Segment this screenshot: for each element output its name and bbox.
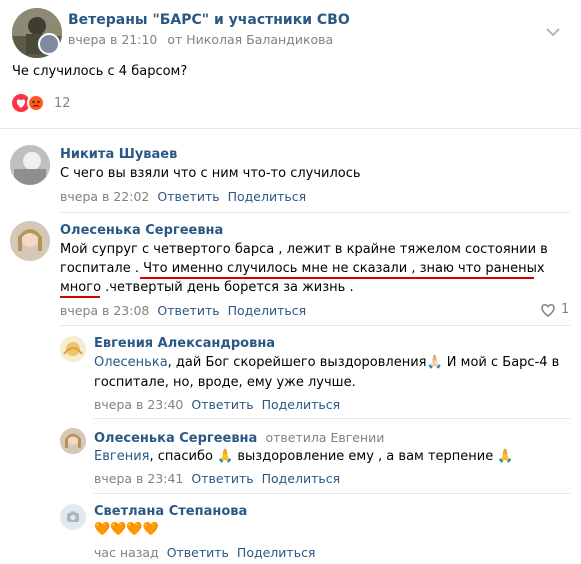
comment-time[interactable]: вчера в 22:02 xyxy=(60,189,149,204)
reply-button[interactable]: Ответить xyxy=(157,303,219,318)
post-text: Че случилось с 4 барсом? xyxy=(12,64,188,79)
reply-text-line: госпитале, но, вроде, ему уже лучше. xyxy=(94,375,356,390)
highlight-underline xyxy=(60,296,100,298)
comment-author[interactable]: Никита Шуваев xyxy=(60,147,177,162)
avatar[interactable] xyxy=(60,336,86,362)
reply-time[interactable]: вчера в 23:41 xyxy=(94,471,183,486)
comment-meta: вчера в 23:08 Ответить Поделиться xyxy=(60,303,306,318)
reply-button[interactable]: Ответить xyxy=(191,397,253,412)
angry-icon[interactable] xyxy=(27,94,45,112)
replied-to[interactable]: ответила Евгении xyxy=(265,430,384,445)
mention-link[interactable]: Олесенька xyxy=(94,355,168,370)
comment-text-line: много .четвертый день борется за жизнь . xyxy=(60,280,354,295)
reply-text: , спасибо 🙏 выздоровление ему , а вам те… xyxy=(149,449,514,464)
reply-author[interactable]: Евгения Александровна xyxy=(94,336,275,351)
reply-meta: вчера в 23:41 Ответить Поделиться xyxy=(94,471,340,486)
post-meta: вчера в 21:10 от Николая Баландикова xyxy=(68,32,333,47)
avatar[interactable] xyxy=(10,145,50,185)
reply-time[interactable]: вчера в 23:40 xyxy=(94,397,183,412)
avatar[interactable] xyxy=(10,221,50,261)
highlight-underline xyxy=(140,277,534,279)
reply-meta: вчера в 23:40 Ответить Поделиться xyxy=(94,397,340,412)
comment-text-line: Мой супруг с четвертого барса , лежит в … xyxy=(60,242,548,257)
post-time[interactable]: вчера в 21:10 xyxy=(68,32,157,47)
author-small-avatar[interactable] xyxy=(38,33,60,55)
chevron-down-icon[interactable] xyxy=(546,26,560,37)
share-button[interactable]: Поделиться xyxy=(262,397,341,412)
camera-icon[interactable] xyxy=(60,504,86,530)
reactions-count[interactable]: 12 xyxy=(54,96,71,111)
heart-outline-icon[interactable] xyxy=(540,303,556,317)
divider xyxy=(60,212,570,213)
share-button[interactable]: Поделиться xyxy=(262,471,341,486)
reply-author[interactable]: Светлана Степанова xyxy=(94,504,247,519)
post-from[interactable]: от Николая Баландикова xyxy=(167,32,333,47)
comment-time[interactable]: вчера в 23:08 xyxy=(60,303,149,318)
share-button[interactable]: Поделиться xyxy=(237,545,316,560)
divider xyxy=(94,493,570,494)
mention-link[interactable]: Евгения xyxy=(94,449,149,464)
like-count[interactable]: 1 xyxy=(561,302,569,317)
reply-button[interactable]: Ответить xyxy=(157,189,219,204)
group-name[interactable]: Ветераны "БАРС" и участники СВО xyxy=(68,12,350,28)
reply-text: , дай Бог скорейшего выздоровления🙏🏻 И м… xyxy=(167,355,560,370)
reply-time[interactable]: час назад xyxy=(94,545,159,560)
reply-header: Олесенька Сергеевна ответила Евгении xyxy=(94,430,384,446)
reply-button[interactable]: Ответить xyxy=(191,471,253,486)
divider xyxy=(94,418,570,419)
reply-author[interactable]: Олесенька Сергеевна xyxy=(94,431,257,446)
comment-author[interactable]: Олесенька Сергеевна xyxy=(60,223,223,238)
reply-text-line: Олесенька, дай Бог скорейшего выздоровле… xyxy=(94,353,559,373)
comment-meta: вчера в 22:02 Ответить Поделиться xyxy=(60,189,306,204)
divider xyxy=(60,325,570,326)
comment-text-line: госпитале . Что именно случилось мне не … xyxy=(60,261,545,276)
share-button[interactable]: Поделиться xyxy=(228,189,307,204)
avatar[interactable] xyxy=(60,428,86,454)
reply-text: 🧡🧡🧡🧡 xyxy=(94,522,159,537)
reply-meta: час назад Ответить Поделиться xyxy=(94,545,315,560)
divider xyxy=(0,128,581,129)
share-button[interactable]: Поделиться xyxy=(228,303,307,318)
comment-text: С чего вы взяли что с ним что-то случило… xyxy=(60,166,361,181)
reply-text-line: Евгения, спасибо 🙏 выздоровление ему , а… xyxy=(94,447,514,467)
reply-button[interactable]: Ответить xyxy=(167,545,229,560)
